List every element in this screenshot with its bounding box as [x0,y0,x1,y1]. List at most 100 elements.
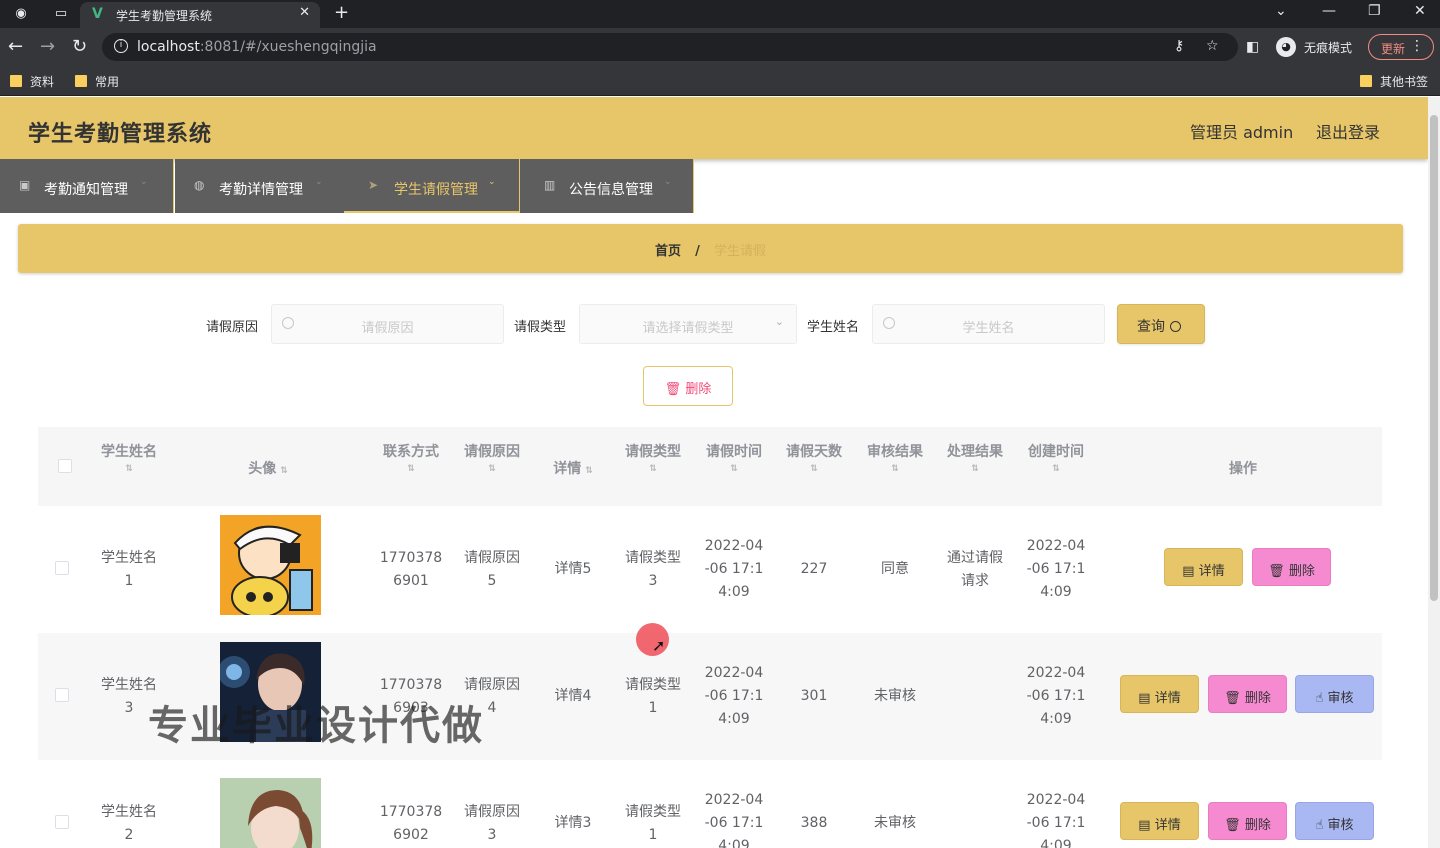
delete-button[interactable]: 🗑 删除 [1252,548,1331,586]
bookmark-folder-ziliao[interactable]: 资料 [10,73,54,90]
delete-button[interactable]: 🗑 删除 [1208,675,1287,713]
watermark-text: 专业毕业设计代做 [148,703,484,749]
tab-list-icon[interactable]: ▭ [52,5,70,23]
bookmark-folder-other[interactable]: 其他书签 [1360,73,1428,90]
col-result[interactable]: 处理结果 ⇅ [934,427,1016,506]
chevron-down-icon: ⌄ [664,177,672,187]
type-select[interactable]: 请选择请假类型 ⌄ [579,304,797,344]
menu-item-attendance-notice[interactable]: ▣ 考勤通知管理 ⌄ [0,159,174,213]
table-header: 学生姓名 ⇅ 头像 ⇅ 联系方式 ⇅ 请假原因 ⇅ 详情 ⇅ 请假类型 ⇅ 请假时间 ⇅ 请假… [38,427,1382,506]
window-close-icon[interactable]: ✕ [1414,3,1426,19]
cell-phone: 1770378 6902 [379,803,443,843]
key-icon[interactable]: ⚷ [1174,38,1184,54]
cell-days: 388 [800,815,828,831]
thumb-icon: ☝ [1315,691,1324,706]
trash-icon: 🗑 [1268,564,1285,579]
sort-icon: ⇅ [125,464,133,474]
cell-audit: 未审核 [874,688,916,704]
update-button[interactable]: 更新 ⋮ [1368,34,1434,60]
cell-detail: 详情5 [554,561,592,577]
breadcrumb-current: 学生请假 [714,244,767,259]
reason-input[interactable]: 请假原因 [271,304,504,344]
detail-button[interactable]: ▤ 详情 [1164,548,1243,586]
sort-icon: ⇅ [971,464,979,474]
new-tab-icon[interactable]: + [334,2,349,23]
col-phone[interactable]: 联系方式 ⇅ [370,427,452,506]
cell-type: 请假类型 1 [625,803,681,843]
back-icon[interactable]: ← [8,36,23,57]
audit-button[interactable]: ☝ 审核 [1295,802,1374,840]
cell-audit: 未审核 [874,815,916,831]
incognito-icon[interactable]: ◕ [1276,37,1296,57]
search-form: 请假原因 请假原因 请假类型 请选择请假类型 ⌄ 学生姓名 学生姓名 查询 [0,304,1428,344]
document-icon: ▤ [1138,818,1151,833]
cell-audit: 同意 [881,561,909,577]
detail-button[interactable]: ▤ 详情 [1120,675,1199,713]
restore-icon[interactable]: ❐ [1368,3,1381,19]
detail-button[interactable]: ▤ 详情 [1120,802,1199,840]
browser-tabstrip: ◉ ▭ V 学生考勤管理系统 ✕ + ⌄ — ❐ ✕ [0,0,1440,28]
menu-item-attendance-detail[interactable]: ◍ 考勤详情管理 ⌄ [175,159,349,213]
forward-icon[interactable]: → [40,36,55,57]
col-ops: 操作 [1229,461,1257,477]
chevron-down-icon: ⌄ [774,315,784,328]
select-all-checkbox[interactable] [58,459,72,473]
student-name-input[interactable]: 学生姓名 [872,304,1105,344]
document-icon: ▤ [1182,564,1195,579]
bookmark-folder-changyong[interactable]: 常用 [75,73,119,90]
col-created[interactable]: 创建时间 ⇅ [1015,427,1097,506]
browser-tab[interactable]: V 学生考勤管理系统 ✕ [80,2,320,28]
col-days[interactable]: 请假天数 ⇅ [773,427,855,506]
col-reason[interactable]: 请假原因 ⇅ [451,427,533,506]
document-icon: ▤ [1138,691,1151,706]
avatar-image [220,778,321,848]
scrollbar-thumb[interactable] [1430,115,1438,601]
avatar-image [220,515,321,615]
sidepanel-icon[interactable]: ◧ [1246,39,1259,55]
menu-dots-icon[interactable]: ⋮ [1410,38,1424,54]
trash-icon: 🗑 [664,382,682,397]
address-bar[interactable]: i localhost:8081/#/xueshengqingjia ⚷ ☆ [102,33,1238,61]
admin-label: 管理员 admin [1190,123,1294,142]
logout-link[interactable]: 退出登录 [1316,119,1380,143]
cell-created: 2022-04 -06 17:1 4:09 [1026,665,1086,727]
delete-button[interactable]: 🗑 删除 [1208,802,1287,840]
tab-search-chevron-icon[interactable]: ⌄ [1275,3,1287,19]
mouse-cursor-icon: ➚ [652,636,666,655]
chrome-globe-icon[interactable]: ◉ [12,5,30,23]
breadcrumb: 首页 / 学生请假 [18,224,1403,273]
col-time[interactable]: 请假时间 ⇅ [693,427,775,506]
cell-detail: 详情4 [554,688,592,704]
bookmark-star-icon[interactable]: ☆ [1206,38,1219,54]
sort-icon: ⇅ [891,464,899,474]
batch-delete-button[interactable]: 🗑 删除 [643,366,733,406]
tab-close-icon[interactable]: ✕ [299,5,310,20]
sort-icon: ⇅ [730,464,738,474]
folder-icon [75,75,87,87]
col-type[interactable]: 请假类型 ⇅ [612,427,694,506]
reload-icon[interactable]: ↻ [72,36,87,57]
col-avatar[interactable]: 头像 ⇅ [198,427,338,506]
search-icon [1170,321,1181,332]
row-checkbox[interactable] [55,815,69,829]
row-checkbox[interactable] [55,561,69,575]
site-info-icon[interactable]: i [114,39,128,53]
row-checkbox[interactable] [55,688,69,702]
menu-item-announcement[interactable]: ▥ 公告信息管理 ⌄ [520,159,694,213]
col-detail[interactable]: 详情 ⇅ [532,427,614,506]
url-text: localhost:8081/#/xueshengqingjia [137,39,377,55]
menu-item-student-leave[interactable]: ➤ 学生请假管理 ⌄ [344,159,520,213]
breadcrumb-home[interactable]: 首页 [655,244,681,259]
student-name-label: 学生姓名 [807,320,860,335]
cell-created: 2022-04 -06 17:1 4:09 [1026,792,1086,848]
col-name[interactable]: 学生姓名 ⇅ [88,427,170,506]
thumb-icon: ☝ [1315,818,1324,833]
cell-phone: 1770378 6901 [379,549,443,589]
col-audit[interactable]: 审核结果 ⇅ [854,427,936,506]
cell-created: 2022-04 -06 17:1 4:09 [1026,538,1086,600]
cell-days: 227 [800,561,828,577]
audit-button[interactable]: ☝ 审核 [1295,675,1374,713]
query-button[interactable]: 查询 [1117,304,1205,344]
page-scrollbar[interactable] [1428,97,1440,848]
minimize-icon[interactable]: — [1322,3,1336,19]
